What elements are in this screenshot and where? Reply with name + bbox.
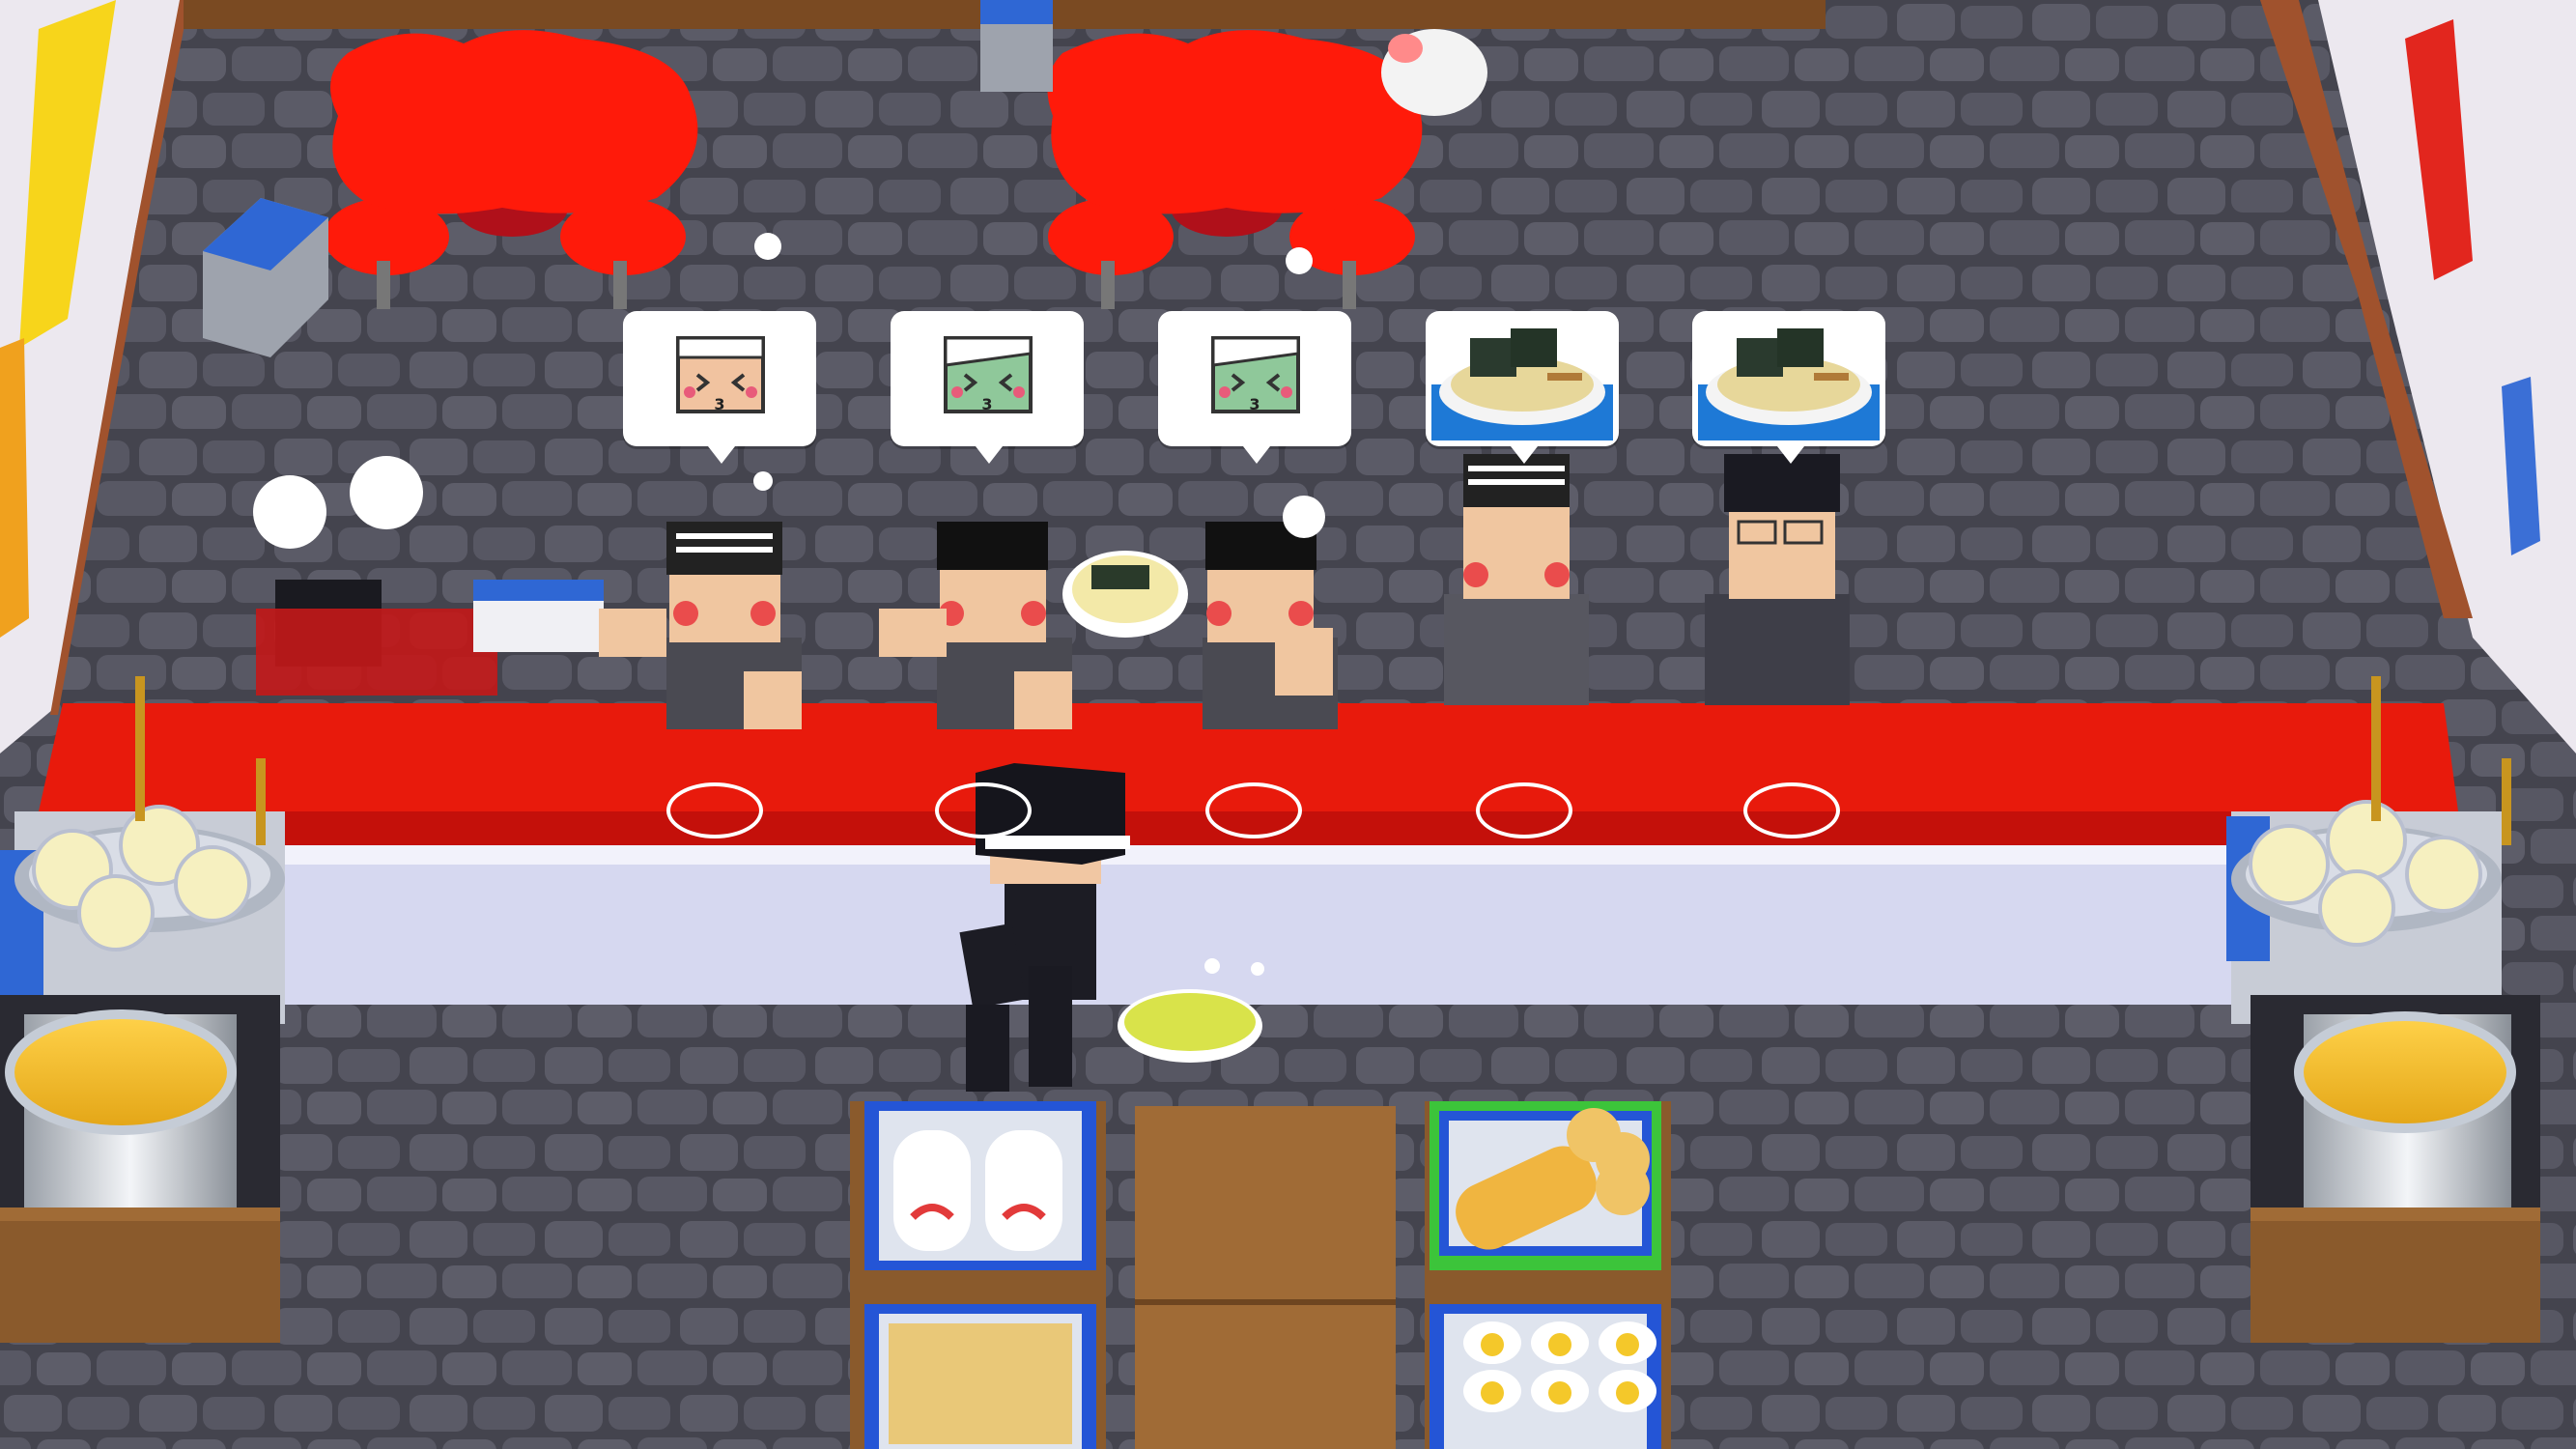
ingredient-area: [850, 1101, 1671, 1449]
order-bubble-3: 3: [1158, 311, 1351, 464]
ramen-bowl-icon: [1698, 317, 1880, 440]
counter: [39, 703, 2458, 1005]
order-bubble-4: [1426, 311, 1619, 464]
bubble-count: 3: [1249, 395, 1260, 413]
steam-puff: [753, 471, 773, 491]
seat-ring-4[interactable]: [1476, 782, 1572, 838]
crate-top: [980, 0, 1053, 92]
bubble-count: 3: [981, 395, 993, 413]
customer-4: [1444, 454, 1589, 705]
seat-ring-3[interactable]: [1205, 782, 1302, 838]
order-bubble-1: 3: [623, 311, 816, 464]
game-scene: 3 3 3: [0, 0, 2576, 1449]
seat-ring-2[interactable]: [935, 782, 1032, 838]
seat-ring-1[interactable]: [666, 782, 763, 838]
orange-poster: [0, 338, 29, 638]
restaurant-view: [0, 0, 2576, 1449]
order-bubble-5: [1692, 311, 1885, 464]
ramen-bowl-icon: [1431, 317, 1613, 440]
steam-puff: [1283, 496, 1325, 538]
steam-puff: [754, 233, 781, 260]
bubble-count: 3: [714, 395, 725, 413]
order-bubble-2: 3: [891, 311, 1084, 464]
seat-ring-5[interactable]: [1743, 782, 1840, 838]
lucky-cat: [1381, 29, 1487, 116]
steam-puff: [1286, 247, 1313, 274]
